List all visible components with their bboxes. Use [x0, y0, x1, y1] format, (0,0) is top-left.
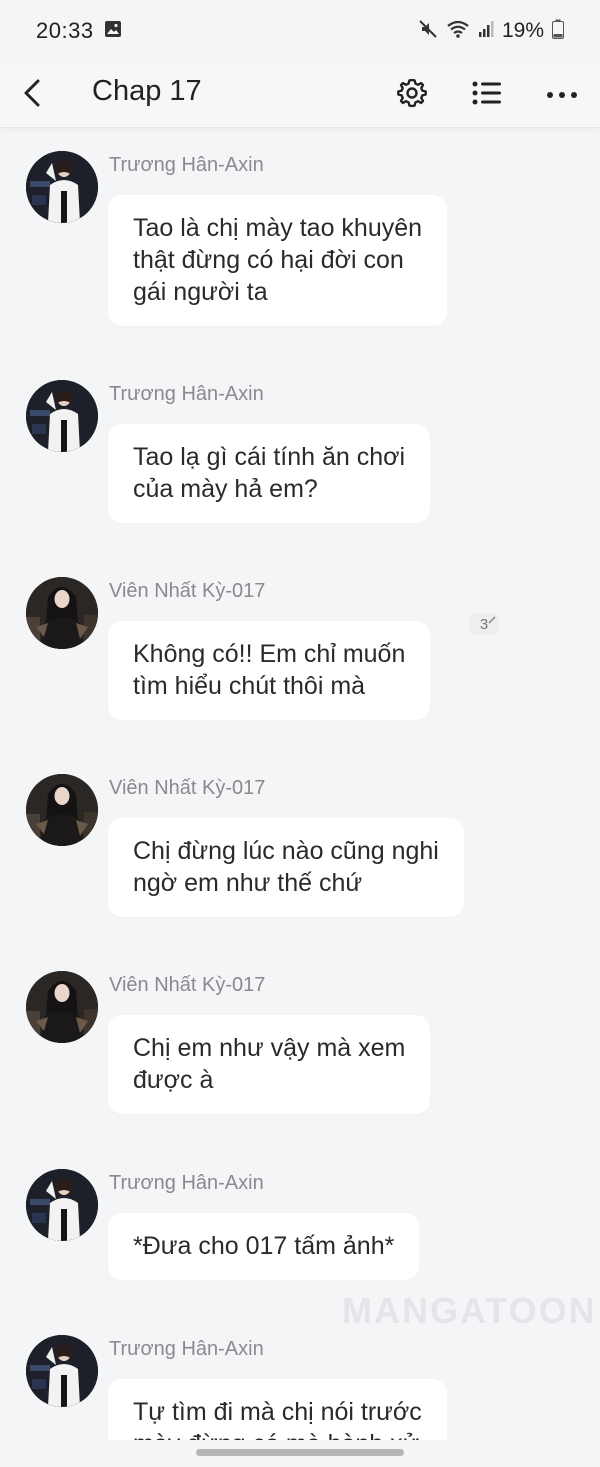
gallery-icon [104, 20, 122, 43]
app-header: Chap 17 [0, 62, 600, 128]
more-icon [546, 86, 578, 104]
sender-name: Viên Nhất Kỳ-017 [109, 974, 266, 996]
message-line: thật đừng có hại đời con [133, 246, 404, 274]
avatar-axin [26, 1335, 98, 1407]
sender-name: Trương Hân-Axin [109, 154, 264, 176]
message-bubble[interactable]: Tao lạ gì cái tính ăn chơi của mày hả em… [108, 424, 431, 523]
message-line: gái người ta [133, 278, 268, 306]
avatar[interactable] [26, 151, 98, 223]
comment-count-badge[interactable]: 3 [470, 613, 498, 635]
message-line: Tự tìm đi mà chị nói trước [133, 1398, 422, 1426]
avatar-017 [26, 577, 98, 649]
status-left: 20:33 [36, 18, 122, 44]
avatar[interactable] [26, 577, 98, 649]
message-bubble[interactable]: Chị em như vậy mà xem được à [108, 1015, 431, 1114]
mute-icon [418, 19, 438, 44]
message-line: ngờ em như thế chứ [133, 869, 363, 897]
avatar[interactable] [26, 774, 98, 846]
message-line: *Đưa cho 017 tấm ảnh* [133, 1232, 395, 1260]
pencil-icon [488, 611, 496, 628]
message-line: Chị đừng lúc nào cũng nghi [133, 837, 439, 865]
message-bubble[interactable]: Không có!! Em chỉ muốn tìm hiểu chút thô… [108, 621, 431, 720]
avatar-axin [26, 151, 98, 223]
message-line: Chị em như vậy mà xem [133, 1034, 406, 1062]
avatar[interactable] [26, 971, 98, 1043]
message-line: được à [133, 1066, 214, 1094]
avatar-axin [26, 380, 98, 452]
chapter-list-button[interactable] [462, 70, 512, 120]
avatar[interactable] [26, 1169, 98, 1241]
signal-icon [478, 20, 494, 43]
message-bubble[interactable]: Tao là chị mày tao khuyên thật đừng có h… [108, 195, 448, 326]
message-line: tìm hiểu chút thôi mà [133, 672, 366, 700]
list-icon [472, 80, 502, 111]
avatar-axin [26, 1169, 98, 1241]
status-time: 20:33 [36, 18, 94, 43]
sender-name: Viên Nhất Kỳ-017 [109, 580, 266, 602]
message-line: Không có!! Em chỉ muốn [133, 640, 406, 668]
battery-level: 19% [501, 19, 544, 42]
more-options-button[interactable] [537, 70, 587, 120]
avatar-017 [26, 774, 98, 846]
avatar-017 [26, 971, 98, 1043]
sender-name: Trương Hân-Axin [109, 1172, 264, 1194]
status-right: 19% [418, 19, 564, 44]
comment-count: 3 [479, 615, 489, 633]
avatar[interactable] [26, 380, 98, 452]
avatar[interactable] [26, 1335, 98, 1407]
message-line: Tao lạ gì cái tính ăn chơi [133, 443, 406, 471]
sender-name: Trương Hân-Axin [109, 383, 264, 405]
back-button[interactable] [12, 72, 52, 118]
gear-icon [396, 77, 428, 114]
status-bar: 20:33 19% [0, 0, 600, 62]
back-arrow-icon [21, 78, 43, 113]
home-indicator[interactable] [196, 1449, 404, 1456]
settings-button[interactable] [387, 70, 437, 120]
chat-reader-screen: 20:33 19% Chap 17 Trương Hân-Axin Tao là… [0, 0, 600, 1467]
wifi-icon [446, 19, 470, 44]
sender-name: Trương Hân-Axin [109, 1338, 264, 1360]
message-bubble[interactable]: *Đưa cho 017 tấm ảnh* [108, 1213, 420, 1280]
chapter-title: Chap 17 [92, 75, 202, 107]
battery-icon [552, 19, 564, 44]
watermark: MANGATOON [342, 1290, 597, 1331]
message-bubble[interactable]: Chị đừng lúc nào cũng nghi ngờ em như th… [108, 818, 464, 917]
sender-name: Viên Nhất Kỳ-017 [109, 777, 266, 799]
message-line: Tao là chị mày tao khuyên [133, 214, 423, 242]
message-line: của mày hả em? [133, 475, 318, 503]
